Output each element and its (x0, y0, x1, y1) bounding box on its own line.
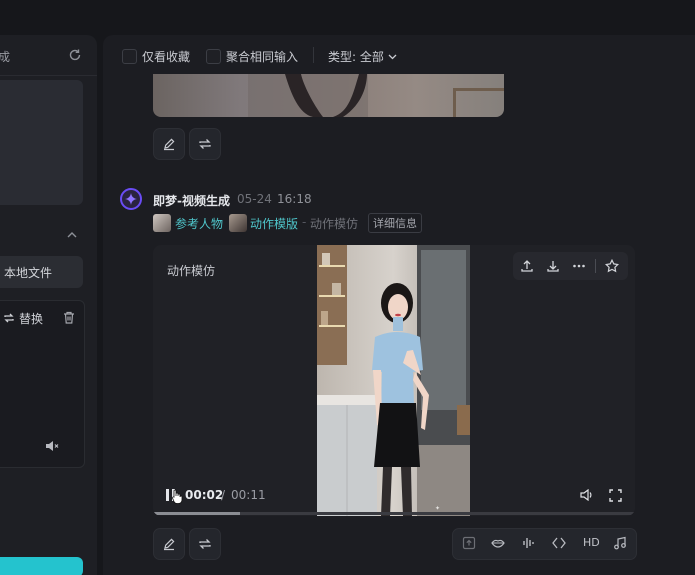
collected-only-label[interactable]: 仅看收藏 (142, 48, 190, 65)
local-file-label: 本地文件 (4, 266, 53, 280)
regenerate-button[interactable] (189, 528, 221, 560)
left-panel-title: 成 (0, 50, 11, 64)
message-time: 16:18 (277, 192, 312, 206)
upload-icon[interactable] (520, 259, 534, 273)
total-time: 00:11 (231, 488, 266, 502)
current-time: 00:02 (185, 488, 224, 502)
toolbar-divider (595, 259, 596, 273)
motion-template-thumbnail[interactable] (229, 214, 247, 232)
chevron-up-icon[interactable] (66, 230, 78, 240)
previous-video-frame (248, 74, 504, 117)
volume-icon[interactable] (45, 440, 59, 452)
type-filter-dropdown[interactable]: 类型: 全部 (328, 48, 397, 65)
generate-button[interactable] (0, 557, 83, 575)
lip-sync-icon[interactable] (491, 536, 505, 550)
time-separator: / (221, 488, 226, 502)
svg-text:✦: ✦ (435, 505, 440, 512)
pencil-icon (164, 538, 175, 551)
replace-button[interactable]: 替换 (3, 307, 43, 329)
more-icon[interactable] (572, 259, 586, 273)
type-filter-label: 类型: 全部 (328, 50, 384, 64)
merge-input-checkbox[interactable] (206, 49, 221, 64)
video-caption: 动作模仿 (167, 264, 216, 278)
mouse-cursor-icon (172, 489, 183, 504)
upload-preview[interactable] (0, 80, 83, 205)
divider (313, 47, 314, 63)
hd-button[interactable]: HD (583, 536, 600, 549)
message-date: 05-24 (237, 192, 272, 206)
reference-person-thumbnail[interactable] (153, 214, 171, 232)
motion-template-tag[interactable]: 动作模版 (250, 215, 298, 232)
merge-input-label[interactable]: 聚合相同输入 (226, 48, 298, 65)
audio-wave-icon[interactable] (522, 536, 536, 550)
upscale-icon[interactable] (462, 536, 476, 550)
refresh-icon[interactable] (68, 48, 82, 62)
generation-mode: 动作模仿 (310, 217, 359, 231)
video-frame[interactable]: ✦ (317, 245, 470, 516)
replace-label: 替换 (19, 311, 44, 326)
regenerate-icon (199, 139, 211, 149)
app-name: 即梦-视频生成 (153, 194, 230, 208)
chevron-down-icon (388, 54, 397, 59)
regenerate-icon (199, 539, 211, 549)
frame-interpolate-icon[interactable] (552, 536, 566, 550)
pencil-icon (164, 138, 175, 151)
edit-button[interactable] (153, 528, 185, 560)
progress-bar[interactable] (153, 512, 635, 515)
music-icon[interactable] (613, 536, 627, 550)
previous-video-thumbnail[interactable] (153, 74, 504, 117)
video-toolbar (513, 252, 628, 280)
video-actions-toolbar: HD (452, 528, 637, 560)
regenerate-button[interactable] (189, 128, 221, 160)
details-button[interactable]: 详细信息 (368, 213, 422, 233)
local-file-button[interactable]: 本地文件 (0, 256, 83, 288)
edit-button[interactable] (153, 128, 185, 160)
delete-icon[interactable] (63, 311, 75, 324)
download-icon[interactable] (546, 259, 560, 273)
star-icon[interactable] (605, 259, 619, 273)
collected-only-checkbox[interactable] (122, 49, 137, 64)
left-panel: 成 本地文件 替换 (0, 35, 97, 575)
separator: - (302, 215, 307, 229)
replace-icon (4, 313, 14, 323)
volume-icon[interactable] (580, 489, 594, 501)
template-video-card: 替换 (0, 300, 85, 468)
sparkle-icon (125, 193, 137, 205)
video-player[interactable]: 动作模仿 ✦ 00:02 / 00:11 (153, 245, 635, 516)
reference-person-tag[interactable]: 参考人物 (175, 215, 223, 232)
progress-fill (153, 512, 240, 515)
divider (0, 75, 97, 76)
fullscreen-icon[interactable] (609, 489, 622, 502)
app-avatar (120, 188, 142, 210)
